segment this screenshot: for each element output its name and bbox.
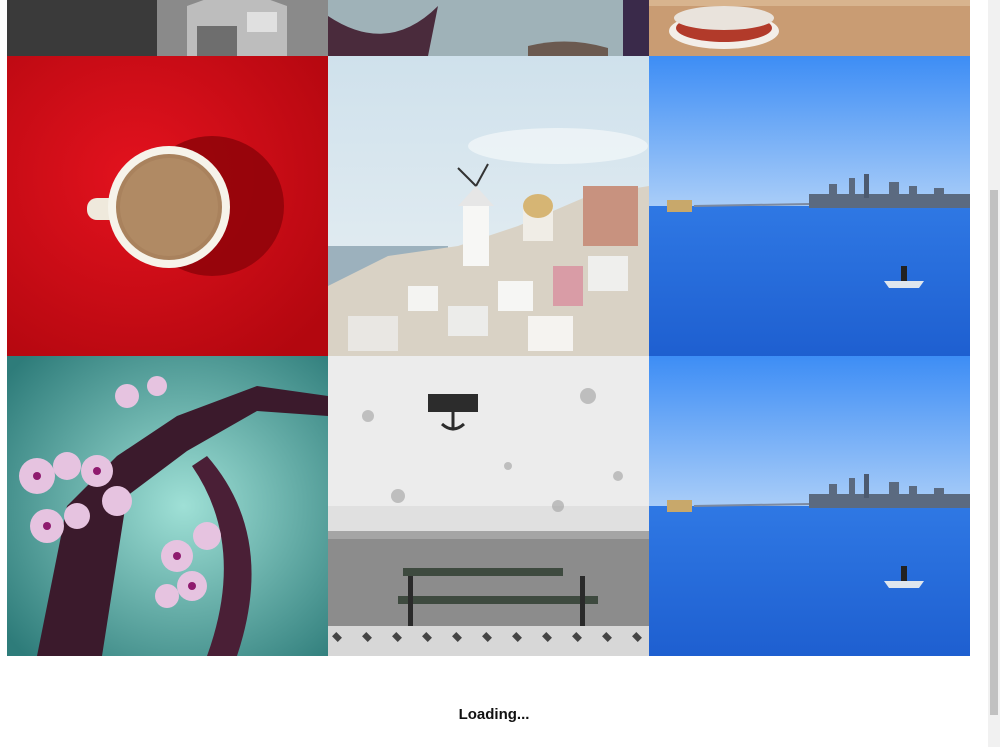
gallery-tile-sf-bay-boat[interactable] (649, 56, 970, 356)
santorini-image (328, 56, 649, 356)
gallery-tile-bench-wall[interactable] (328, 356, 649, 656)
page-viewport: Loading... (0, 0, 1000, 747)
image-gallery-grid (7, 0, 970, 656)
gallery-tile-coffee-cup-red[interactable] (7, 56, 328, 356)
cherry-blossom-image (7, 356, 328, 656)
gallery-tile-santorini[interactable] (328, 56, 649, 356)
gallery-tile-sailing-ship[interactable] (328, 0, 649, 56)
sf-bay-boat-image (649, 56, 970, 356)
bench-wall-image (328, 356, 649, 656)
vertical-scrollbar[interactable] (988, 0, 1000, 747)
gallery-tile-sf-bay-boat-2[interactable] (649, 356, 970, 656)
gallery-tile-cherry-blossom[interactable] (7, 356, 328, 656)
gallery-tile-city-rooftops[interactable] (7, 0, 328, 56)
loading-indicator: Loading... (458, 706, 530, 723)
sf-bay-boat-image-2 (649, 356, 970, 656)
coffee-cup-sand-image (649, 0, 970, 56)
sailing-ship-image (328, 0, 649, 56)
coffee-cup-red-image (7, 56, 328, 356)
gallery-tile-coffee-cup-sand[interactable] (649, 0, 970, 56)
scrollbar-thumb[interactable] (990, 190, 998, 715)
city-rooftops-image (7, 0, 328, 56)
